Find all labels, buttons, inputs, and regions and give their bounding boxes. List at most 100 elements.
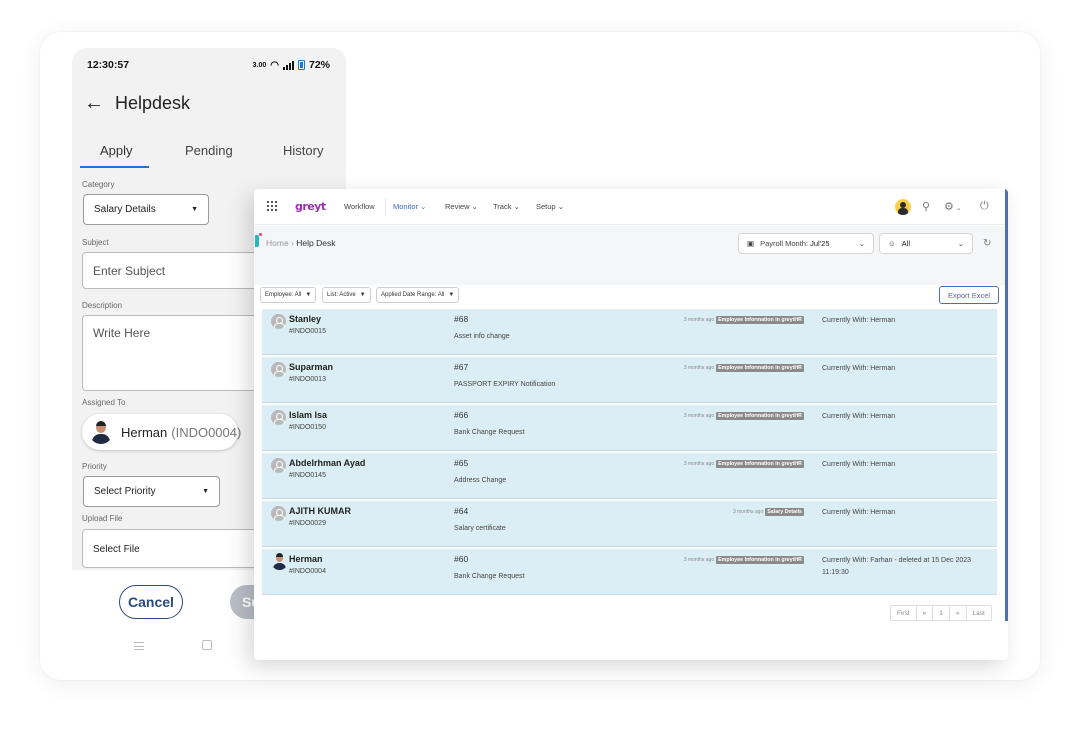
- nav-track[interactable]: Track ⌄: [493, 202, 520, 211]
- category-select[interactable]: Salary Details ▼: [83, 194, 209, 225]
- employee-filter-chip[interactable]: Employee: All ▼: [260, 287, 317, 303]
- dropdown-caret-icon: ▼: [202, 488, 209, 495]
- employee-name[interactable]: Herman: [289, 554, 323, 564]
- chip-caret-icon: ▼: [359, 292, 366, 298]
- toolbar-strip: [254, 260, 1008, 285]
- chip-caret-icon: ▼: [305, 292, 312, 298]
- tab-pending[interactable]: Pending: [185, 143, 233, 158]
- list-filter-chip[interactable]: List: Active ▼: [322, 287, 371, 303]
- ticket-age: 3 months ago: [683, 365, 715, 371]
- employee-name[interactable]: Islam Isa: [289, 410, 327, 420]
- table-row[interactable]: Abdelrhman Ayad #INDO0145 #65 Address Chang…: [262, 453, 997, 499]
- helpdesk-web-panel: greyt Workflow Monitor ⌄ Review ⌄ Track …: [254, 189, 1008, 660]
- scrollbar[interactable]: [1005, 189, 1008, 621]
- history-icon[interactable]: ↻: [983, 238, 991, 249]
- status-bar: 12:30:57 3.00 ◠ 72%: [72, 48, 346, 82]
- pager-prev[interactable]: «: [917, 606, 934, 620]
- chevron-down-icon: ⌄: [957, 239, 964, 248]
- nav-setup[interactable]: Setup ⌄: [536, 202, 564, 211]
- pager-page[interactable]: 1: [933, 606, 950, 620]
- category-badge: Employee Information in greytHR: [716, 460, 804, 468]
- employee-name[interactable]: Stanley: [289, 314, 321, 324]
- gear-icon[interactable]: ⚙ ⌄: [944, 200, 962, 213]
- employee-code: #INDO0150: [289, 424, 326, 431]
- avatar: [89, 420, 113, 444]
- home-icon[interactable]: [202, 640, 212, 650]
- currently-with: Currently With: Farhan - deleted at 15 D…: [822, 557, 972, 576]
- breadcrumb: Home › Help Desk: [266, 238, 336, 248]
- ticket-age: 3 months ago: [732, 509, 764, 515]
- priority-select[interactable]: Select Priority ▼: [83, 476, 220, 507]
- power-icon[interactable]: ⏻: [980, 200, 989, 213]
- table-row[interactable]: Herman #INDO0004 #60 Bank Change Request 3 m…: [262, 549, 997, 595]
- status-icons: 3.00 ◠ 72%: [253, 59, 330, 71]
- category-label: Category: [82, 180, 115, 189]
- dropdown-caret-icon: ▼: [191, 206, 198, 213]
- date-range-filter-chip[interactable]: Applied Date Range: All ▼: [376, 287, 460, 303]
- user-placeholder-icon: [271, 410, 286, 425]
- employee-name[interactable]: AJITH KUMAR: [289, 506, 351, 516]
- employee-filter-select[interactable]: ☺ All ⌄: [879, 233, 973, 254]
- assignee-name: Herman: [121, 424, 168, 440]
- category-badge: Employee Information in greytHR: [716, 316, 804, 324]
- assignee-chip[interactable]: Herman (INDO0004): [82, 414, 241, 450]
- pager-next[interactable]: »: [950, 606, 967, 620]
- cancel-button[interactable]: Cancel: [119, 585, 183, 619]
- chip-caret-icon: ▼: [448, 292, 455, 298]
- network-speed: 3.00: [252, 61, 267, 69]
- pager-first[interactable]: First: [891, 606, 917, 620]
- employee-name[interactable]: Suparman: [289, 362, 333, 372]
- ticket-age: 3 months ago: [683, 557, 715, 563]
- menu-icon[interactable]: [134, 642, 144, 650]
- avatar: [271, 553, 288, 570]
- app-grid-icon[interactable]: [267, 201, 277, 211]
- ticket-number[interactable]: #65: [454, 458, 468, 468]
- ticket-number[interactable]: #68: [454, 314, 468, 324]
- breadcrumb-current: Help Desk: [296, 238, 336, 248]
- breadcrumb-home[interactable]: Home: [266, 238, 289, 248]
- wifi-icon: ◠: [270, 59, 279, 71]
- employee-name[interactable]: Abdelrhman Ayad: [289, 458, 365, 468]
- brand-mark-icon: [255, 235, 259, 247]
- ticket-number[interactable]: #64: [454, 506, 468, 516]
- table-row[interactable]: AJITH KUMAR #INDO0029 #64 Salary certificat…: [262, 501, 997, 547]
- currently-with: Currently With: Herman: [822, 365, 896, 372]
- employee-code: #INDO0013: [289, 376, 326, 383]
- top-navigation: greyt Workflow Monitor ⌄ Review ⌄ Track …: [254, 189, 1008, 225]
- nav-monitor[interactable]: Monitor ⌄: [393, 202, 426, 211]
- ticket-meta: 3 months ago Employee Information in grey…: [684, 412, 804, 420]
- description-label: Description: [82, 301, 123, 310]
- nav-divider: [385, 199, 386, 215]
- pager-last[interactable]: Last: [967, 606, 991, 620]
- filter-value: All: [901, 239, 911, 248]
- ticket-number[interactable]: #67: [454, 362, 468, 372]
- user-placeholder-icon: [271, 362, 286, 377]
- calendar-icon: ▣: [747, 239, 755, 248]
- table-row[interactable]: Suparman #INDO0013 #67 PASSPORT EXPIRY Noti…: [262, 357, 997, 403]
- ticket-number[interactable]: #66: [454, 410, 468, 420]
- ticket-age: 3 months ago: [683, 461, 715, 467]
- status-time: 12:30:57: [87, 59, 130, 71]
- search-icon[interactable]: ⚲: [922, 200, 930, 213]
- export-excel-button[interactable]: Export Excel: [939, 286, 999, 304]
- signal-icon: [282, 60, 294, 70]
- ticket-meta: 3 months ago Employee Information in grey…: [684, 364, 804, 372]
- user-avatar[interactable]: [895, 199, 911, 215]
- table-row[interactable]: Stanley #INDO0015 #68 Asset info change 3 mo…: [262, 309, 997, 355]
- ticket-title: Bank Change Request: [454, 573, 525, 580]
- tab-apply[interactable]: Apply: [100, 143, 133, 158]
- pagination: First « 1 » Last: [890, 605, 992, 621]
- battery-icon: [297, 60, 305, 70]
- employee-code: #INDO0145: [289, 472, 326, 479]
- currently-with: Currently With: Herman: [822, 413, 896, 420]
- tab-history[interactable]: History: [283, 143, 323, 158]
- payroll-month-select[interactable]: ▣ Payroll Month: Jul'25 ⌄: [738, 233, 874, 254]
- active-tab-indicator: [80, 166, 149, 168]
- back-arrow-icon[interactable]: ←: [84, 92, 104, 115]
- user-placeholder-icon: [271, 506, 286, 521]
- table-row[interactable]: Islam Isa #INDO0150 #66 Bank Change Request…: [262, 405, 997, 451]
- ticket-title: Address Change: [454, 477, 507, 484]
- nav-review[interactable]: Review ⌄: [445, 202, 478, 211]
- ticket-number[interactable]: #60: [454, 554, 468, 564]
- nav-workflow[interactable]: Workflow: [344, 202, 375, 211]
